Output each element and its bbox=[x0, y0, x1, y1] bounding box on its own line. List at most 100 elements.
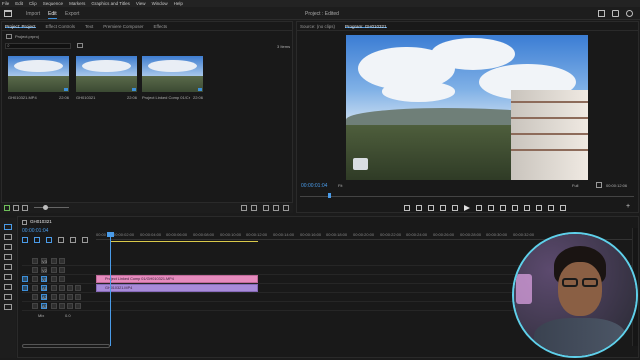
add-marker-icon[interactable] bbox=[58, 237, 64, 243]
menu-help[interactable]: Help bbox=[174, 1, 183, 6]
step-forward-frame-icon[interactable] bbox=[476, 205, 482, 211]
tab-premiere-composer[interactable]: Premiere Composer bbox=[103, 24, 143, 29]
camera-icon[interactable] bbox=[524, 205, 530, 211]
snap-icon[interactable] bbox=[34, 237, 40, 243]
eye-icon[interactable] bbox=[59, 267, 65, 273]
go-to-end-icon[interactable] bbox=[88, 312, 94, 318]
program-scrub-bar[interactable] bbox=[300, 196, 634, 197]
vr-icon[interactable] bbox=[560, 205, 566, 211]
workspace-import[interactable]: Import bbox=[26, 11, 40, 17]
rectangle-tool-icon[interactable] bbox=[4, 284, 12, 290]
project-item[interactable]: GH010321 22:06 bbox=[76, 56, 137, 100]
ripple-edit-tool-icon[interactable] bbox=[4, 244, 12, 250]
quality-select[interactable]: Full bbox=[572, 183, 578, 188]
new-item-icon[interactable] bbox=[273, 205, 279, 211]
progress-icon[interactable] bbox=[612, 10, 619, 17]
share-icon[interactable] bbox=[626, 10, 633, 17]
close-tab-icon[interactable] bbox=[22, 220, 27, 225]
lock-icon[interactable] bbox=[32, 276, 38, 282]
menu-markers[interactable]: Markers bbox=[69, 1, 85, 6]
tab-source[interactable]: Source: (no clips) bbox=[300, 24, 335, 29]
zoom-slider-handle[interactable] bbox=[43, 205, 48, 210]
tab-program[interactable]: Program: GH010321 bbox=[345, 24, 387, 29]
tab-effects[interactable]: Effects bbox=[153, 24, 167, 29]
nest-icon[interactable] bbox=[22, 237, 28, 243]
step-back-icon[interactable] bbox=[440, 205, 446, 211]
timeline-scrollbar[interactable] bbox=[22, 344, 110, 348]
list-view-icon[interactable] bbox=[13, 205, 19, 211]
lift-icon[interactable] bbox=[500, 205, 506, 211]
sequence-tab[interactable]: GH010321 bbox=[30, 219, 52, 224]
comparison-view-icon[interactable] bbox=[536, 205, 542, 211]
source-patch-a1[interactable] bbox=[22, 285, 28, 291]
hand-tool-icon[interactable] bbox=[4, 294, 12, 300]
sync-lock-icon[interactable] bbox=[51, 276, 57, 282]
lock-icon[interactable] bbox=[32, 294, 38, 300]
mix-value[interactable]: 0.0 bbox=[65, 313, 71, 318]
sync-lock-icon[interactable] bbox=[51, 303, 57, 309]
menu-view[interactable]: View bbox=[136, 1, 146, 6]
video-clip[interactable]: Project Linked Comp 01/GH010321.MP4 bbox=[96, 275, 258, 283]
solo-icon[interactable] bbox=[67, 285, 73, 291]
new-bin-icon[interactable] bbox=[77, 43, 83, 48]
sync-lock-icon[interactable] bbox=[51, 294, 57, 300]
safe-margins-icon[interactable] bbox=[548, 205, 554, 211]
solo-icon[interactable] bbox=[67, 303, 73, 309]
project-item[interactable]: GH010321.MP4 22:06 bbox=[8, 56, 69, 100]
program-playhead[interactable] bbox=[328, 193, 331, 198]
tab-text[interactable]: Text bbox=[85, 24, 93, 29]
captions-icon[interactable] bbox=[82, 237, 88, 243]
go-to-in-icon[interactable] bbox=[428, 205, 434, 211]
menu-file[interactable]: File bbox=[2, 1, 9, 6]
video-preview[interactable] bbox=[346, 35, 588, 180]
icon-view-icon[interactable] bbox=[22, 205, 28, 211]
sync-lock-icon[interactable] bbox=[51, 258, 57, 264]
playhead-handle[interactable] bbox=[107, 232, 114, 237]
solo-icon[interactable] bbox=[67, 294, 73, 300]
menu-clip[interactable]: Clip bbox=[29, 1, 37, 6]
timeline-timecode[interactable]: 00:00:01:04 bbox=[22, 228, 48, 234]
workspace-export[interactable]: Export bbox=[65, 11, 79, 17]
automate-icon[interactable] bbox=[241, 205, 247, 211]
comp-thumbnail[interactable] bbox=[142, 56, 203, 92]
eye-icon[interactable] bbox=[59, 258, 65, 264]
mic-icon[interactable] bbox=[75, 303, 81, 309]
lock-icon[interactable] bbox=[32, 258, 38, 264]
mic-icon[interactable] bbox=[75, 294, 81, 300]
eye-icon[interactable] bbox=[59, 276, 65, 282]
play-icon[interactable] bbox=[464, 205, 470, 211]
sync-lock-icon[interactable] bbox=[51, 267, 57, 273]
program-timecode[interactable]: 00:00:01:04 bbox=[301, 183, 327, 189]
pencil-icon[interactable] bbox=[4, 205, 10, 211]
slip-tool-icon[interactable] bbox=[4, 264, 12, 270]
mark-out-icon[interactable] bbox=[416, 205, 422, 211]
wrench-icon[interactable] bbox=[596, 182, 602, 188]
razor-tool-icon[interactable] bbox=[4, 254, 12, 260]
go-to-out-icon[interactable] bbox=[488, 205, 494, 211]
home-icon[interactable] bbox=[4, 10, 12, 17]
mute-icon[interactable] bbox=[59, 294, 65, 300]
new-bin-icon[interactable] bbox=[263, 205, 269, 211]
project-item[interactable]: Project Linked Comp 01/Cre... 22:06 bbox=[142, 56, 203, 100]
zoom-slider[interactable] bbox=[34, 207, 69, 208]
trash-icon[interactable] bbox=[283, 205, 289, 211]
timeline-settings-icon[interactable] bbox=[70, 237, 76, 243]
clip-thumbnail[interactable] bbox=[8, 56, 69, 92]
menu-edit[interactable]: Edit bbox=[15, 1, 23, 6]
selection-tool-icon[interactable] bbox=[4, 224, 12, 230]
add-button-icon[interactable]: + bbox=[626, 203, 630, 210]
find-icon[interactable] bbox=[251, 205, 257, 211]
lock-icon[interactable] bbox=[32, 267, 38, 273]
sync-lock-icon[interactable] bbox=[51, 285, 57, 291]
work-area-bar[interactable] bbox=[110, 241, 258, 242]
zoom-select[interactable]: Fit bbox=[338, 183, 342, 188]
source-patch-v1[interactable] bbox=[22, 276, 28, 282]
mic-icon[interactable] bbox=[75, 285, 81, 291]
linked-selection-icon[interactable] bbox=[46, 237, 52, 243]
menu-sequence[interactable]: Sequence bbox=[43, 1, 63, 6]
mark-in-icon[interactable] bbox=[404, 205, 410, 211]
timeline-playhead[interactable] bbox=[110, 236, 111, 346]
tab-project[interactable]: Project: Project bbox=[5, 24, 36, 29]
menu-window[interactable]: Window bbox=[152, 1, 168, 6]
type-tool-icon[interactable] bbox=[4, 304, 12, 310]
